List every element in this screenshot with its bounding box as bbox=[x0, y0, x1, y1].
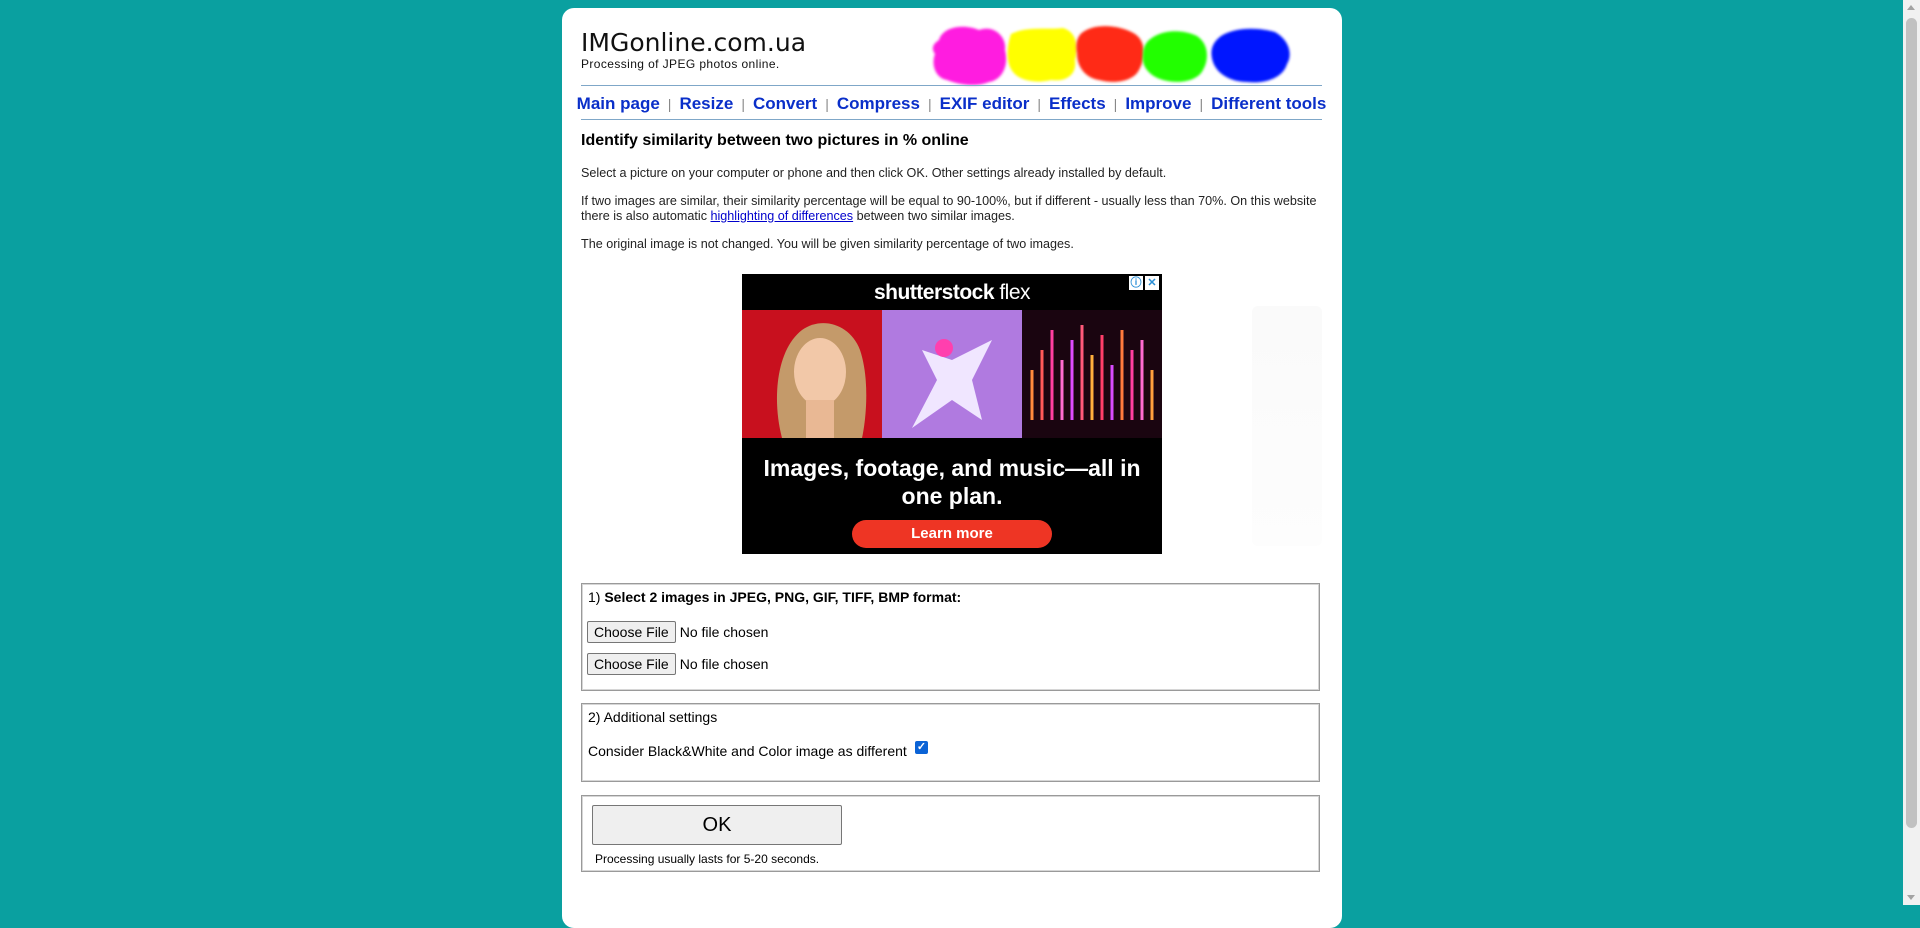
step1-title: 1) Select 2 images in JPEG, PNG, GIF, TI… bbox=[588, 589, 961, 605]
nav-main-page[interactable]: Main page bbox=[577, 94, 660, 114]
dancer-head bbox=[935, 339, 953, 357]
similarity-text-end: between two similar images. bbox=[853, 209, 1015, 223]
nav-effects[interactable]: Effects bbox=[1049, 94, 1106, 114]
nav-separator: | bbox=[1199, 96, 1204, 112]
red-blot bbox=[1076, 26, 1144, 82]
file-status-1: No file chosen bbox=[679, 624, 769, 640]
main-nav: Main page | Resize | Convert | Compress … bbox=[577, 94, 1327, 114]
intro-paragraph: Select a picture on your computer or pho… bbox=[581, 166, 1167, 180]
file-selection-panel: 1) Select 2 images in JPEG, PNG, GIF, TI… bbox=[581, 583, 1320, 691]
ad-controls: ⓘ ✕ bbox=[1129, 276, 1159, 290]
ad-brand-name: shutterstock bbox=[873, 281, 995, 304]
additional-settings-panel: 2) Additional settings Consider Black&Wh… bbox=[581, 703, 1320, 782]
nav-compress[interactable]: Compress bbox=[837, 94, 920, 114]
site-title[interactable]: IMGonline.com.ua bbox=[581, 28, 806, 57]
nav-separator: | bbox=[667, 96, 672, 112]
file-input-1[interactable]: Choose File No file chosen bbox=[587, 621, 768, 643]
bw-color-checkbox[interactable]: ✓ bbox=[915, 741, 928, 754]
ok-button[interactable]: OK bbox=[592, 805, 842, 845]
ad-learn-more-button[interactable]: Learn more bbox=[852, 520, 1052, 548]
ad-brand-logo: shutterstock flex bbox=[742, 281, 1162, 305]
nav-separator: | bbox=[825, 96, 829, 112]
submit-panel: OK Processing usually lasts for 5-20 sec… bbox=[581, 795, 1320, 872]
green-blot bbox=[1142, 31, 1207, 82]
vertical-scrollbar[interactable] bbox=[1903, 0, 1920, 905]
ad-headline: Images, footage, and music—all in one pl… bbox=[763, 455, 1141, 509]
nav-convert[interactable]: Convert bbox=[753, 94, 817, 114]
nav-separator: | bbox=[741, 96, 745, 112]
ad-soundwave-image bbox=[1022, 310, 1162, 438]
choose-file-button-1[interactable]: Choose File bbox=[587, 621, 676, 643]
original-unchanged-paragraph: The original image is not changed. You w… bbox=[581, 237, 1074, 251]
page-title: Identify similarity between two pictures… bbox=[581, 132, 969, 149]
yellow-blot bbox=[1007, 28, 1077, 82]
nav-separator: | bbox=[1037, 96, 1041, 112]
info-icon[interactable]: ⓘ bbox=[1129, 276, 1143, 290]
nav-improve[interactable]: Improve bbox=[1125, 94, 1191, 114]
processing-time-note: Processing usually lasts for 5-20 second… bbox=[595, 852, 820, 866]
portrait-face bbox=[794, 338, 846, 406]
faded-side-ad bbox=[1252, 306, 1322, 546]
color-blots-logo bbox=[932, 26, 1290, 86]
file-status-2: No file chosen bbox=[679, 656, 769, 672]
step1-number: 1) bbox=[588, 589, 605, 605]
ad-portrait-image bbox=[742, 310, 882, 438]
scroll-up-arrow-icon[interactable] bbox=[1907, 5, 1915, 10]
advertisement-banner[interactable]: shutterstock flex ⓘ ✕ Images, footage, a… bbox=[742, 274, 1162, 554]
step1-label: Select 2 images in JPEG, PNG, GIF, TIFF,… bbox=[604, 589, 962, 605]
nav-different-tools[interactable]: Different tools bbox=[1211, 94, 1326, 114]
step2-title: 2) Additional settings bbox=[588, 709, 718, 725]
site-subtitle: Processing of JPEG photos online. bbox=[581, 57, 780, 71]
page-container: IMGonline.com.ua Processing of JPEG phot… bbox=[562, 8, 1342, 928]
divider-nav-bottom bbox=[581, 119, 1322, 120]
ad-brand-suffix: flex bbox=[999, 281, 1031, 304]
ad-dancer-image bbox=[882, 310, 1022, 438]
similarity-paragraph: If two images are similar, their similar… bbox=[581, 194, 1322, 224]
scroll-down-arrow-icon[interactable] bbox=[1907, 895, 1915, 900]
divider-top bbox=[581, 85, 1322, 86]
nav-separator: | bbox=[1113, 96, 1118, 112]
close-icon[interactable]: ✕ bbox=[1145, 276, 1159, 290]
file-input-2[interactable]: Choose File No file chosen bbox=[587, 653, 768, 675]
nav-exif-editor[interactable]: EXIF editor bbox=[940, 94, 1030, 114]
choose-file-button-2[interactable]: Choose File bbox=[587, 653, 676, 675]
nav-resize[interactable]: Resize bbox=[679, 94, 733, 114]
highlighting-differences-link[interactable]: highlighting of differences bbox=[711, 209, 854, 223]
nav-separator: | bbox=[927, 96, 932, 112]
bw-color-checkbox-label[interactable]: Consider Black&White and Color image as … bbox=[588, 743, 907, 759]
scroll-thumb[interactable] bbox=[1906, 18, 1917, 828]
blue-blot bbox=[1211, 28, 1290, 83]
portrait-neck bbox=[806, 400, 834, 438]
magenta-blot bbox=[932, 26, 1007, 86]
